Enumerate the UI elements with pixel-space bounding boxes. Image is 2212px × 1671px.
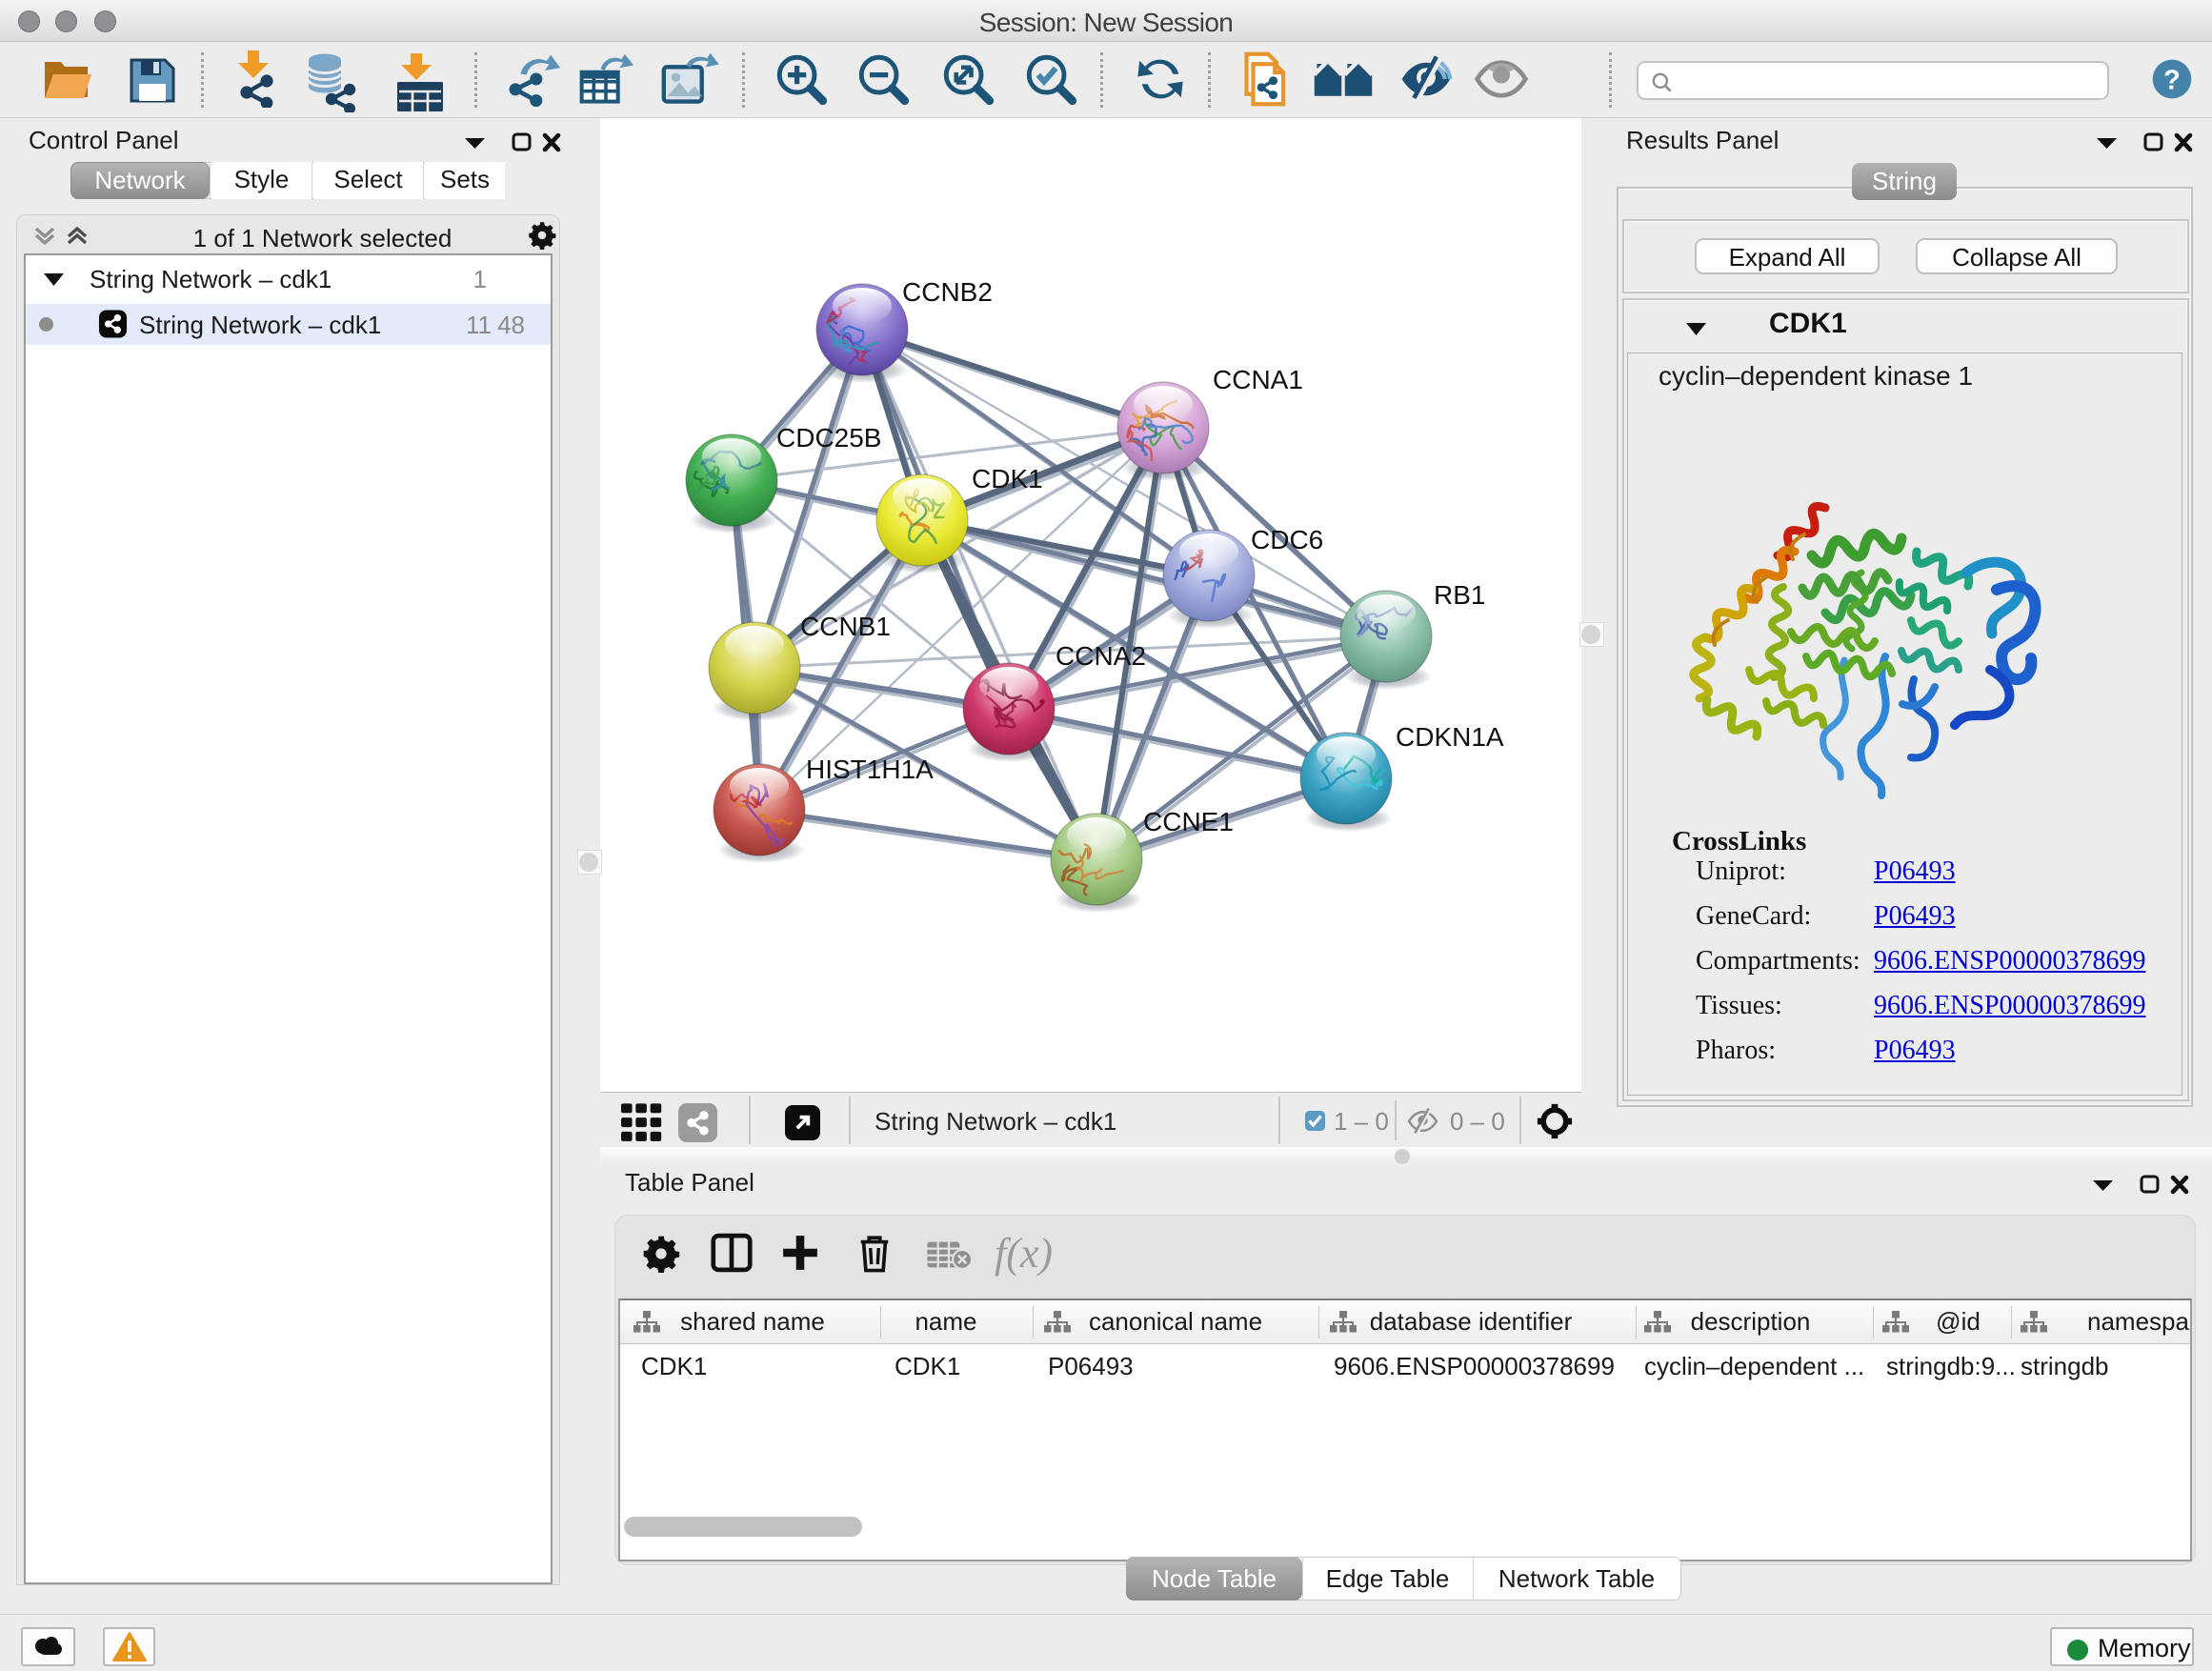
svg-text:CDC6: CDC6: [1251, 525, 1323, 554]
svg-text:CCNB1: CCNB1: [800, 612, 891, 641]
svg-text:CCNB2: CCNB2: [902, 277, 993, 307]
svg-text:CCNA1: CCNA1: [1213, 365, 1303, 394]
svg-text:CDC25B: CDC25B: [776, 423, 881, 453]
svg-text:CCNE1: CCNE1: [1143, 807, 1234, 836]
svg-text:CDKN1A: CDKN1A: [1396, 722, 1504, 752]
svg-text:HIST1H1A: HIST1H1A: [806, 755, 934, 784]
svg-text:CCNA2: CCNA2: [1056, 641, 1146, 671]
svg-text:?: ?: [2163, 66, 2181, 96]
svg-text:RB1: RB1: [1434, 580, 1485, 610]
svg-text:CDK1: CDK1: [972, 464, 1043, 493]
